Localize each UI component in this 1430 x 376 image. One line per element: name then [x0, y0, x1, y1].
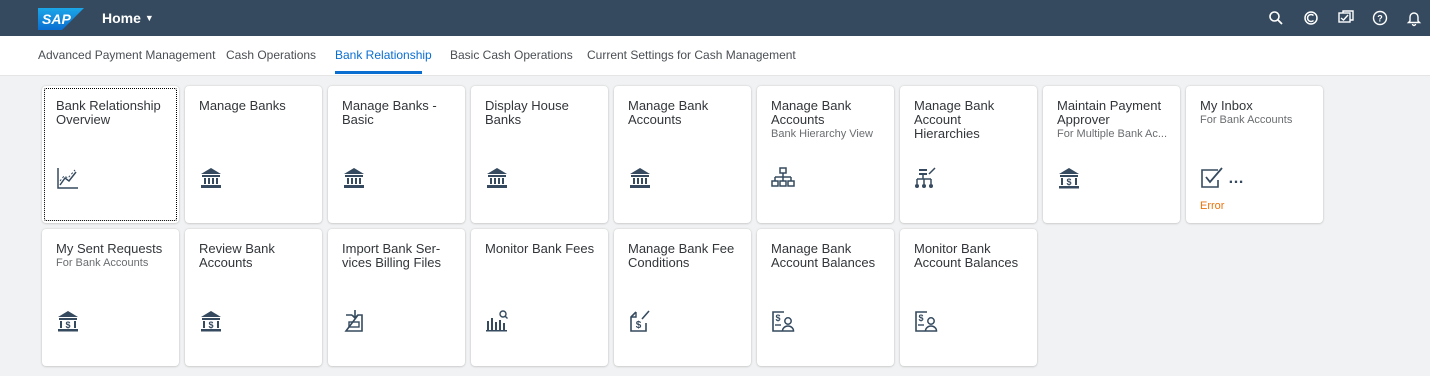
tile-title: Bank Relationship Overview — [56, 98, 161, 127]
tile-subtitle: For Bank Accounts — [56, 257, 149, 269]
org-chart-icon — [915, 167, 936, 188]
svg-text:$: $ — [636, 320, 642, 331]
tile-bank-relationship-overview[interactable]: Bank Relationship Overview — [42, 86, 179, 223]
tile-title: Import Bank Ser-vices Billing Files — [342, 241, 441, 270]
tile-manage-bank-accounts[interactable]: Manage Bank Accounts — [614, 86, 751, 223]
status-text: Error — [1200, 200, 1225, 212]
analytics-icon — [57, 168, 78, 189]
tile-my-sent-requests[interactable]: My Sent Requests For Bank Accounts $ — [42, 229, 179, 366]
tile-manage-bank-account-balances[interactable]: Manage Bank Account Balances $ — [757, 229, 894, 366]
svg-text:$: $ — [1066, 177, 1071, 187]
svg-text:$: $ — [918, 313, 923, 323]
bank-dollar-icon: $ — [201, 311, 221, 332]
tile-title: Manage Bank Accounts — [628, 98, 709, 127]
tile-manage-banks-basic[interactable]: Manage Banks - Basic — [328, 86, 465, 223]
bank-dollar-icon: $ — [1059, 168, 1079, 189]
tile-review-bank-accounts[interactable]: Review Bank Accounts $ — [185, 229, 322, 366]
search-icon[interactable] — [1267, 9, 1285, 27]
tile-title: Manage Banks — [199, 98, 286, 113]
tile-maintain-payment-approver[interactable]: Maintain Payment Approver For Multiple B… — [1043, 86, 1180, 223]
tile-title: Manage Bank Accounts — [771, 98, 852, 127]
tab-advanced-payment-management[interactable]: Advanced Payment Management — [38, 48, 215, 62]
home-label: Home — [102, 10, 141, 26]
bank-dollar-icon: $ — [58, 311, 78, 332]
tile-monitor-bank-account-balances[interactable]: Monitor Bank Account Balances $ — [900, 229, 1037, 366]
bank-icon — [201, 168, 221, 188]
chevron-down-icon: ▼ — [144, 13, 154, 23]
tab-cash-operations[interactable]: Cash Operations — [226, 48, 316, 62]
dollar-document-icon: $ — [630, 310, 650, 332]
home-menu-button[interactable]: Home ▼ — [102, 10, 154, 26]
tile-title: Monitor Bank Fees — [485, 241, 595, 256]
tile-title: My Sent Requests — [56, 241, 163, 256]
hierarchy-icon — [771, 167, 795, 187]
help-icon[interactable]: ? — [1371, 9, 1389, 27]
tile-title: Manage Bank Account Hierarchies — [914, 98, 995, 141]
tab-bar: Advanced Payment Management Cash Operati… — [0, 36, 1430, 76]
tab-basic-cash-operations[interactable]: Basic Cash Operations — [450, 48, 573, 62]
tile-title: Monitor Bank Account Balances — [914, 241, 1019, 270]
tile-title: Maintain Payment Approver — [1057, 98, 1162, 127]
tile-manage-bank-fee-conditions[interactable]: Manage Bank Fee Conditions $ — [614, 229, 751, 366]
tile-manage-bank-account-hierarchies[interactable]: Manage Bank Account Hierarchies — [900, 86, 1037, 223]
checkbox-icon — [1201, 167, 1223, 188]
tile-title: Manage Banks - Basic — [342, 98, 437, 127]
svg-text:?: ? — [1377, 14, 1383, 24]
shell-bar: SAP Home ▼ ? — [0, 0, 1430, 36]
active-tab-indicator — [335, 71, 422, 74]
tile-monitor-bank-fees[interactable]: Monitor Bank Fees — [471, 229, 608, 366]
bank-icon — [630, 168, 650, 188]
svg-text:$: $ — [208, 320, 213, 330]
tile-subtitle: For Bank Accounts — [1200, 114, 1293, 126]
svg-text:$: $ — [65, 320, 70, 330]
tile-my-inbox[interactable]: My Inbox For Bank Accounts … Error — [1186, 86, 1323, 223]
tile-manage-banks[interactable]: Manage Banks — [185, 86, 322, 223]
sap-logo[interactable]: SAP — [38, 8, 84, 30]
notifications-icon[interactable] — [1337, 9, 1355, 27]
tile-subtitle: For Multiple Bank Ac... — [1057, 128, 1168, 140]
tile-title: Manage Bank Account Balances — [771, 241, 876, 270]
svg-text:SAP: SAP — [42, 11, 71, 27]
tile-title: My Inbox — [1200, 98, 1253, 113]
more-icon: … — [1228, 170, 1245, 187]
tile-title: Review Bank Accounts — [199, 241, 275, 270]
bar-chart-search-icon — [486, 310, 508, 332]
tile-display-house-banks[interactable]: Display House Banks — [471, 86, 608, 223]
tab-bank-relationship[interactable]: Bank Relationship — [335, 48, 432, 62]
import-document-icon — [344, 310, 363, 332]
copilot-icon[interactable] — [1302, 9, 1320, 27]
balance-person-icon: $ — [772, 311, 795, 332]
bank-icon — [344, 168, 364, 188]
balance-person-icon: $ — [915, 311, 938, 332]
svg-text:$: $ — [775, 313, 780, 323]
bell-icon[interactable] — [1405, 9, 1423, 27]
tile-title: Manage Bank Fee Conditions — [628, 241, 735, 270]
tile-title: Display House Banks — [485, 98, 569, 127]
tab-current-settings[interactable]: Current Settings for Cash Management — [587, 48, 796, 62]
tile-subtitle: Bank Hierarchy View — [771, 128, 873, 140]
bank-icon — [487, 168, 507, 188]
tile-import-bank-services-billing-files[interactable]: Import Bank Ser-vices Billing Files — [328, 229, 465, 366]
tile-manage-bank-accounts-hierarchy-view[interactable]: Manage Bank Accounts Bank Hierarchy View — [757, 86, 894, 223]
